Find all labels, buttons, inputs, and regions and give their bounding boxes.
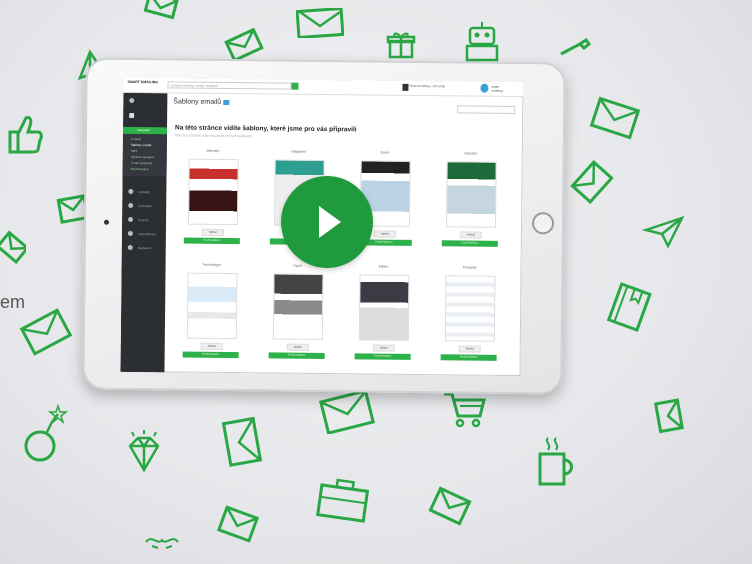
paper-plane-icon: [642, 214, 686, 250]
gift-icon: [386, 30, 416, 60]
template-name: Elegantní: [291, 149, 307, 154]
robot-icon: [462, 20, 502, 62]
app-sidebar: Kampaně E-maily Šablony emailů SMS Split…: [120, 92, 168, 373]
envelope-icon: [216, 504, 260, 544]
book-icon: [604, 282, 654, 334]
template-card: Valentýn Náhled Použít šablonu: [180, 148, 245, 257]
contacts-icon[interactable]: [128, 188, 134, 195]
coffee-mug-icon: [534, 434, 578, 490]
sidebar-item-settings[interactable]: Nastavení: [138, 246, 152, 250]
envelope-icon: [218, 414, 264, 470]
use-template-button[interactable]: Použít šablonu: [182, 351, 239, 359]
template-thumbnail[interactable]: [186, 272, 238, 340]
envelope-icon: [570, 160, 614, 204]
cropped-text: em: [0, 292, 26, 312]
filter-input[interactable]: [457, 105, 516, 114]
templates-subheading: Všechny můžete zdarma použít pro své kam…: [174, 133, 253, 139]
shopping-cart-icon: [442, 390, 488, 430]
envelope-icon: [18, 306, 74, 358]
play-icon: [319, 206, 341, 238]
user-name[interactable]: smart emailing: [491, 85, 509, 93]
page-title: Šablony emailů: [173, 98, 230, 106]
bomb-icon: [22, 404, 68, 464]
sidebar-subitem[interactable]: Splitové kampaně: [131, 155, 155, 159]
photo-background: em SMART EMAILING vyhledat kontakty, ema…: [0, 0, 752, 564]
envelope-icon: [318, 390, 376, 434]
wrench-icon: [558, 38, 592, 58]
template-name: Produkty: [462, 265, 477, 270]
search-input[interactable]: vyhledat kontakty, emaily, kampaně ...: [167, 81, 292, 90]
use-template-button[interactable]: Použít šablonu: [441, 240, 498, 247]
preview-button[interactable]: Náhled: [200, 342, 223, 350]
template-thumbnail[interactable]: [188, 158, 239, 226]
tablet-home-button[interactable]: [531, 212, 555, 235]
preview-button[interactable]: Náhled: [286, 343, 309, 351]
page-title-text: Šablony emailů: [173, 98, 222, 106]
mustache-icon: [142, 532, 182, 552]
preview-button[interactable]: Náhled: [373, 230, 396, 238]
campaigns-icon[interactable]: [129, 112, 135, 119]
info-icon: [223, 99, 230, 105]
sidebar-item-reports[interactable]: Reporty: [138, 218, 149, 222]
sidebar-item-label: Kampaně: [136, 128, 150, 133]
sidebar-subitem[interactable]: Můj kampaně: [131, 167, 149, 171]
envelope-icon: [588, 94, 642, 142]
use-template-button[interactable]: Použít šablonu: [183, 237, 240, 245]
template-name: Zimní: [380, 150, 390, 155]
envelope-icon: [0, 230, 26, 266]
settings-icon[interactable]: [127, 244, 133, 250]
preview-button[interactable]: Náhled: [459, 231, 482, 239]
template-name: Město: [378, 264, 389, 269]
template-card: Vánoční Náhled Použít šablonu: [438, 151, 503, 260]
app-logo[interactable]: SMART EMAILING: [127, 80, 158, 84]
templates-heading: Na této stránce vidíte šablony, které js…: [174, 124, 357, 134]
play-button[interactable]: [281, 176, 373, 268]
account-avatar: [402, 83, 409, 91]
envelope-icon: [652, 396, 684, 436]
diamond-icon: [124, 430, 164, 476]
template-card: Produkty Náhled Použít šablonu: [436, 265, 501, 374]
briefcase-icon: [316, 476, 370, 524]
preview-button[interactable]: Náhled: [201, 228, 224, 236]
sidebar-subitem[interactable]: SMS: [131, 149, 138, 153]
envelope-icon: [224, 28, 264, 62]
home-icon[interactable]: [129, 97, 135, 104]
sidebar-subitem[interactable]: Trvalé kampaně: [131, 161, 152, 165]
use-template-button[interactable]: Použít šablonu: [440, 354, 497, 361]
sidebar-item-forms[interactable]: Formuláře: [138, 204, 152, 208]
template-thumbnail[interactable]: [444, 275, 496, 342]
sidebar-item-automation[interactable]: Automatizace: [138, 232, 156, 236]
reports-icon[interactable]: [128, 216, 134, 222]
forms-icon[interactable]: [128, 202, 134, 209]
envelope-icon: [140, 0, 180, 20]
template-card: Sport Náhled Použít šablonu: [264, 263, 329, 372]
use-template-button[interactable]: Použít šablonu: [268, 352, 325, 360]
template-thumbnail[interactable]: [358, 274, 410, 341]
preview-button[interactable]: Náhled: [372, 344, 395, 352]
sidebar-subitem[interactable]: E-maily: [131, 137, 141, 141]
template-name: Vánoční: [464, 151, 478, 156]
account-label[interactable]: Smart Emailing • Účet plati: [409, 84, 445, 88]
template-card: Město Náhled Použít šablonu: [350, 264, 415, 373]
use-template-button[interactable]: Použít šablonu: [354, 353, 411, 360]
thumbs-up-icon: [4, 112, 44, 156]
automation-icon[interactable]: [127, 230, 133, 236]
shield-icon: [480, 83, 489, 93]
template-thumbnail[interactable]: [272, 273, 324, 340]
tablet-camera: [104, 219, 110, 225]
envelope-icon: [428, 486, 472, 526]
template-name: Technologie: [202, 262, 221, 267]
template-thumbnail[interactable]: [445, 161, 497, 228]
sidebar-subitem[interactable]: Šablony emailů: [131, 143, 152, 147]
template-card: Technologie Náhled Použít šablonu: [178, 262, 243, 371]
search-button[interactable]: [291, 82, 299, 90]
envelope-icon: [296, 8, 344, 38]
template-name: Valentýn: [206, 148, 220, 153]
sidebar-item-contacts[interactable]: Kontakty: [138, 190, 150, 194]
preview-button[interactable]: Náhled: [458, 345, 481, 353]
app-topbar: SMART EMAILING vyhledat kontakty, emaily…: [123, 77, 524, 98]
